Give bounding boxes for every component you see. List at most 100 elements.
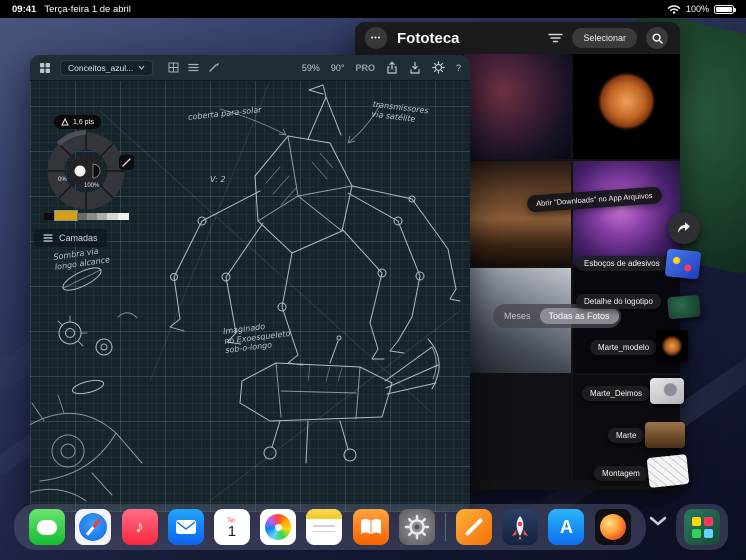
compass-icon: [79, 513, 108, 541]
drag-item-label[interactable]: Detalhe do logotipo: [576, 294, 661, 309]
document-tab[interactable]: Conceitos_azul...: [60, 59, 154, 76]
battery-percent: 100%: [685, 4, 709, 14]
drag-thumb-mars-surface[interactable]: [645, 422, 685, 448]
zoom-level[interactable]: 59%: [302, 63, 320, 73]
orange-globe-icon: [599, 514, 626, 540]
drag-thumb-stickers[interactable]: [664, 248, 702, 280]
current-color-dot: [74, 165, 86, 177]
photos-app-icon[interactable]: [260, 509, 297, 545]
rotation-value[interactable]: 90°: [331, 63, 345, 73]
settings-app-icon[interactable]: [398, 509, 435, 545]
music-app-icon[interactable]: ♪: [121, 509, 158, 545]
messages-app-icon[interactable]: [29, 509, 66, 545]
list-view-icon[interactable]: [188, 63, 199, 72]
photo-thumbnail-nebula[interactable]: [464, 54, 571, 159]
open-book-icon: [360, 519, 381, 535]
drag-thumb-mars-model[interactable]: [656, 330, 688, 362]
notes-header-strip: [306, 509, 343, 519]
rocket-icon: [512, 516, 529, 540]
grid-view-icon[interactable]: [168, 62, 179, 73]
safari-app-icon[interactable]: [75, 509, 112, 545]
calendar-day: 1: [227, 522, 237, 540]
search-button[interactable]: [646, 27, 668, 49]
chevron-down-icon: [649, 516, 667, 526]
photo-thumbnail[interactable]: [464, 375, 571, 480]
battery-icon: [714, 4, 736, 14]
notes-app-icon[interactable]: [306, 509, 343, 545]
settings-gear-icon[interactable]: [432, 61, 445, 74]
wifi-icon: [667, 5, 681, 14]
gear-icon: [404, 514, 429, 540]
swatch-black[interactable]: [44, 213, 55, 220]
drag-thumb-deimos[interactable]: [650, 378, 684, 404]
envelope-icon: [175, 520, 196, 534]
app-library-dock: [676, 504, 728, 550]
opacity-min-label: 0%: [58, 177, 67, 183]
search-icon: [651, 32, 663, 44]
brush-icon[interactable]: [208, 62, 220, 73]
concepts-app-icon[interactable]: [456, 509, 493, 545]
books-app-icon[interactable]: [352, 509, 389, 545]
browser-app-icon[interactable]: [594, 509, 631, 545]
forward-arrow-icon: [678, 222, 690, 233]
drag-item-label[interactable]: Esboços de adesivos: [576, 256, 668, 271]
swatch-gray1[interactable]: [77, 213, 87, 220]
pencil-icon: [464, 517, 484, 537]
pro-badge[interactable]: PRO: [355, 63, 375, 73]
drag-item-label[interactable]: Marte_modelo: [590, 340, 658, 355]
app-store-letter: A: [559, 516, 573, 537]
color-swatch-bar[interactable]: [44, 210, 129, 221]
drawing-canvas[interactable]: coberta para-solar transmissores via sat…: [30, 81, 470, 512]
flower-icon: [265, 514, 292, 540]
mail-app-icon[interactable]: [167, 509, 204, 545]
tab-all-photos[interactable]: Todas as Fotos: [539, 308, 619, 324]
drag-thumb-montage[interactable]: [646, 453, 690, 489]
share-export-icon[interactable]: [386, 61, 398, 74]
music-note-icon: ♪: [135, 517, 144, 536]
layers-icon: [43, 234, 53, 242]
drag-item-label[interactable]: Marte: [608, 428, 645, 443]
window-options-button[interactable]: •••: [365, 27, 387, 49]
calendar-app-icon[interactable]: Ter. 1: [213, 509, 250, 545]
help-button[interactable]: ?: [456, 63, 461, 73]
date-label: Terça-feira 1 de abril: [44, 3, 131, 15]
tab-months[interactable]: Meses: [495, 308, 540, 324]
concepts-app-window: Conceitos_azul... 59% 90° PRO ? coberta …: [30, 55, 470, 512]
swatch-gray2[interactable]: [87, 213, 97, 220]
dock-divider: [444, 513, 446, 541]
tool-wheel[interactable]: 1,6 pts 0% 100%: [40, 113, 136, 213]
dock: ♪ Ter. 1 A: [14, 504, 646, 550]
filter-icon[interactable]: [548, 32, 564, 44]
apps-grid-icon[interactable]: [39, 62, 51, 74]
drag-thumb-logo[interactable]: [667, 294, 701, 320]
rocket-app-icon[interactable]: [502, 509, 539, 545]
status-bar: 09:41 Terça-feira 1 de abril 100%: [0, 0, 746, 18]
app-library-grid: [691, 516, 713, 538]
stroke-size-pill[interactable]: 1,6 pts: [54, 115, 102, 129]
app-store-app-icon[interactable]: A: [548, 509, 585, 545]
swatch-yellow-selected[interactable]: [54, 210, 78, 221]
swatch-white[interactable]: [118, 213, 129, 220]
swatch-gray4[interactable]: [107, 213, 118, 220]
photos-header: ••• Fototeca Selecionar: [355, 22, 680, 54]
dock-collapse-chevron[interactable]: [648, 514, 668, 532]
speech-bubble-icon: [37, 519, 58, 535]
pen-nib-icon: [61, 118, 69, 126]
select-button[interactable]: Selecionar: [572, 28, 637, 48]
import-icon[interactable]: [409, 61, 421, 74]
app-library-icon[interactable]: [684, 509, 720, 545]
share-drop-button[interactable]: [668, 212, 700, 244]
drag-item-label[interactable]: Montagem: [594, 466, 648, 481]
opacity-max-label: 100%: [84, 183, 100, 189]
document-title: Conceitos_azul...: [68, 62, 134, 73]
concepts-toolbar: Conceitos_azul... 59% 90° PRO ?: [30, 55, 470, 81]
photo-thumbnail-purple-nebula[interactable]: [573, 161, 680, 266]
drag-item-label[interactable]: Marte_Deimos: [582, 386, 651, 401]
swatch-gray3[interactable]: [97, 213, 107, 220]
layers-panel-button[interactable]: Camadas: [34, 229, 107, 247]
chevron-down-icon: [138, 65, 145, 70]
photo-thumbnail-desert[interactable]: [464, 161, 571, 266]
photo-thumbnail-mars[interactable]: [573, 54, 680, 159]
ipad-screen: 09:41 Terça-feira 1 de abril 100% ••• Fo…: [0, 0, 746, 560]
annotation-version: V: 2: [210, 175, 226, 184]
